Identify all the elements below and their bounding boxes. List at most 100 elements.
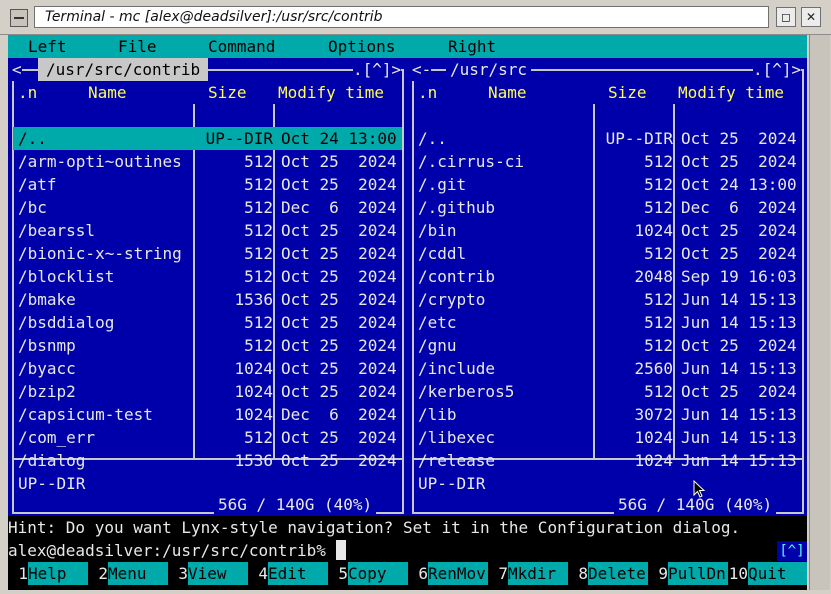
file-mtime: Jun 14 15:13 [681, 428, 797, 447]
right-panel-corner-left[interactable]: <- [412, 58, 432, 81]
file-row[interactable]: /.. UP--DIR Oct 25 2024 [413, 127, 802, 150]
menu-left[interactable]: Left [28, 35, 67, 58]
file-row[interactable]: /bsnmp 512 Oct 25 2024 [13, 334, 402, 357]
right-col-sort[interactable]: .n [418, 81, 437, 104]
file-row[interactable]: /bmake 1536 Oct 25 2024 [13, 288, 402, 311]
file-mtime: Oct 24 13:00 [681, 175, 797, 194]
file-row[interactable]: /bionic-x~-string 512 Oct 25 2024 [13, 242, 402, 265]
fkey-menu-button[interactable]: Menu [108, 562, 168, 585]
left-panel-corner-left[interactable]: < [12, 58, 22, 81]
file-row[interactable]: /contrib 2048 Sep 19 16:03 [413, 265, 802, 288]
right-col-size[interactable]: Size [608, 81, 647, 104]
file-row[interactable]: /byacc 1024 Oct 25 2024 [13, 357, 402, 380]
left-mini-status: UP--DIR [18, 474, 86, 493]
history-button[interactable]: [^] [777, 541, 807, 561]
file-mtime: Oct 25 2024 [281, 290, 397, 309]
file-row[interactable]: /release 1024 Jun 14 15:13 [413, 449, 802, 472]
left-panel-corner-right[interactable]: .[^]> [353, 58, 402, 81]
file-row[interactable]: /bc 512 Dec 6 2024 [13, 196, 402, 219]
mouse-pointer-icon [693, 480, 706, 498]
fkey-renmov-button[interactable]: RenMov [428, 562, 488, 585]
file-name: /blocklist [18, 267, 115, 286]
fkey-pulldn-button[interactable]: PullDn [668, 562, 728, 585]
file-mtime: Oct 25 2024 [681, 152, 797, 171]
fkey-number: 7 [498, 564, 508, 583]
left-panel[interactable]: < /usr/src/contrib .[^]> .n Name Size Mo… [8, 58, 408, 516]
file-size: 1536 [234, 451, 273, 470]
fkey-edit-button[interactable]: Edit [268, 562, 328, 585]
file-row[interactable]: /.cirrus-ci 512 Oct 25 2024 [413, 150, 802, 173]
file-mtime: Oct 25 2024 [281, 152, 397, 171]
menu-right[interactable]: Right [448, 35, 496, 58]
file-row[interactable]: /arm-opti~outines 512 Oct 25 2024 [13, 150, 402, 173]
file-mtime: Oct 25 2024 [681, 382, 797, 401]
file-row[interactable]: /bzip2 1024 Oct 25 2024 [13, 380, 402, 403]
file-mtime: Dec 6 2024 [681, 198, 797, 217]
text-cursor [335, 540, 346, 560]
file-row[interactable]: /bearssl 512 Oct 25 2024 [13, 219, 402, 242]
file-size: 512 [244, 152, 273, 171]
file-mtime: Sep 19 16:03 [681, 267, 797, 286]
fkey-view-button[interactable]: View [188, 562, 248, 585]
left-col-name[interactable]: Name [88, 81, 127, 104]
file-row[interactable]: /bsddialog 512 Oct 25 2024 [13, 311, 402, 334]
terminal-scrollbar[interactable] [809, 35, 830, 590]
file-row[interactable]: /capsicum-test 1024 Dec 6 2024 [13, 403, 402, 426]
file-mtime: Oct 25 2024 [281, 267, 397, 286]
file-row[interactable]: /lib 3072 Jun 14 15:13 [413, 403, 802, 426]
file-name: /contrib [418, 267, 496, 286]
menu-file[interactable]: File [118, 35, 157, 58]
right-col-mtime[interactable]: Modify time [678, 81, 784, 104]
file-row[interactable]: /libexec 1024 Jun 14 15:13 [413, 426, 802, 449]
left-panel-path[interactable]: /usr/src/contrib [38, 58, 209, 81]
file-row[interactable]: /bin 1024 Oct 25 2024 [413, 219, 802, 242]
file-name: /gnu [418, 336, 457, 355]
close-icon[interactable]: ✕ [801, 7, 821, 27]
right-panel-path[interactable]: /usr/src [446, 58, 532, 81]
window-menu-icon[interactable] [10, 9, 28, 27]
file-row[interactable]: /include 2560 Jun 14 15:13 [413, 357, 802, 380]
menu-options[interactable]: Options [328, 35, 395, 58]
fkey-number: 4 [258, 564, 268, 583]
file-row[interactable]: /dialog 1536 Oct 25 2024 [13, 449, 402, 472]
file-row[interactable]: /.. UP--DIR Oct 24 13:00 [13, 127, 402, 150]
fkey-help-button[interactable]: Help [28, 562, 88, 585]
file-row[interactable]: /cddl 512 Oct 25 2024 [413, 242, 802, 265]
file-size: 1024 [234, 359, 273, 378]
left-col-sort[interactable]: .n [18, 81, 37, 104]
file-row[interactable]: /.github 512 Dec 6 2024 [413, 196, 802, 219]
file-row[interactable]: /etc 512 Jun 14 15:13 [413, 311, 802, 334]
file-size: 512 [244, 428, 273, 447]
file-name: /atf [18, 175, 57, 194]
file-row[interactable]: /gnu 512 Oct 25 2024 [413, 334, 802, 357]
menu-command[interactable]: Command [208, 35, 275, 58]
file-size: 512 [644, 198, 673, 217]
shade-icon[interactable]: ◻ [776, 7, 796, 27]
file-mtime: Oct 25 2024 [281, 359, 397, 378]
file-row[interactable]: /.git 512 Oct 24 13:00 [413, 173, 802, 196]
file-size: 3072 [634, 405, 673, 424]
file-row[interactable]: /crypto 512 Jun 14 15:13 [413, 288, 802, 311]
left-col-size[interactable]: Size [208, 81, 247, 104]
command-prompt[interactable]: alex@deadsilver:/usr/src/contrib% [8, 539, 346, 562]
file-row[interactable]: /com_err 512 Oct 25 2024 [13, 426, 402, 449]
file-row[interactable]: /atf 512 Oct 25 2024 [13, 173, 402, 196]
file-name: /bearssl [18, 221, 96, 240]
right-col-name[interactable]: Name [488, 81, 527, 104]
right-panel-corner-right[interactable]: .[^]> [753, 58, 802, 81]
fkey-delete-button[interactable]: Delete [588, 562, 648, 585]
right-panel[interactable]: <- /usr/src .[^]> .n Name Size Modify ti… [408, 58, 807, 516]
fkey-mkdir-button[interactable]: Mkdir [508, 562, 568, 585]
right-mini-status: UP--DIR [418, 474, 486, 493]
file-row[interactable]: /blocklist 512 Oct 25 2024 [13, 265, 402, 288]
file-mtime: Oct 25 2024 [281, 451, 397, 470]
file-name: /bsnmp [18, 336, 76, 355]
left-col-mtime[interactable]: Modify time [278, 81, 384, 104]
file-row[interactable]: /kerberos5 512 Oct 25 2024 [413, 380, 802, 403]
file-size: 1024 [634, 428, 673, 447]
terminal-area[interactable]: Left File Command Options Right < /usr/s… [8, 35, 807, 590]
fkey-quit-button[interactable]: Quit [748, 562, 807, 585]
file-size: 512 [644, 244, 673, 263]
fkey-copy-button[interactable]: Copy [348, 562, 408, 585]
file-size: 512 [244, 313, 273, 332]
